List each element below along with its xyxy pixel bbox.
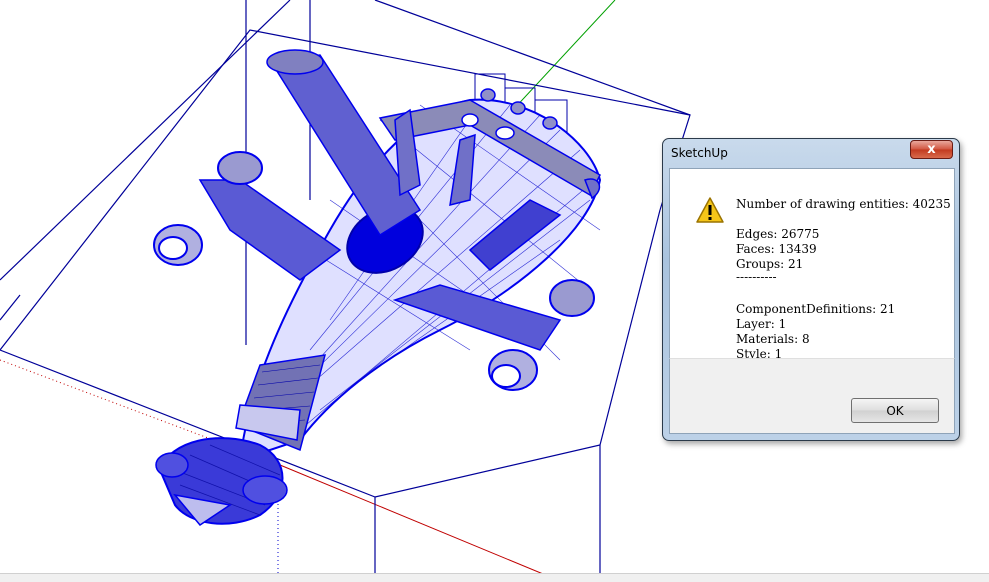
red-axis <box>279 464 561 581</box>
layer-count: Layer: 1 <box>736 317 787 331</box>
warning-icon <box>696 197 724 223</box>
faces-count: Faces: 13439 <box>736 242 817 256</box>
dialog-content: Number of drawing entities: 40235 Edges:… <box>669 168 955 361</box>
edges-count: Edges: 26775 <box>736 227 820 241</box>
spaceship-model <box>153 49 602 526</box>
entities-count: Number of drawing entities: 40235 <box>736 197 951 211</box>
close-icon: x <box>927 142 936 157</box>
dialog-title: SketchUp <box>671 146 728 160</box>
close-button[interactable]: x <box>910 140 953 159</box>
groups-count: Groups: 21 <box>736 257 804 271</box>
sketchup-info-dialog: SketchUp x Number of drawing entities: 4… <box>662 138 960 441</box>
materials-count: Materials: 8 <box>736 332 810 346</box>
dialog-titlebar[interactable]: SketchUp x <box>663 139 959 167</box>
component-definitions-count: ComponentDefinitions: 21 <box>736 302 896 316</box>
ok-button[interactable]: OK <box>851 398 939 423</box>
separator-text: ---------- <box>736 270 777 284</box>
